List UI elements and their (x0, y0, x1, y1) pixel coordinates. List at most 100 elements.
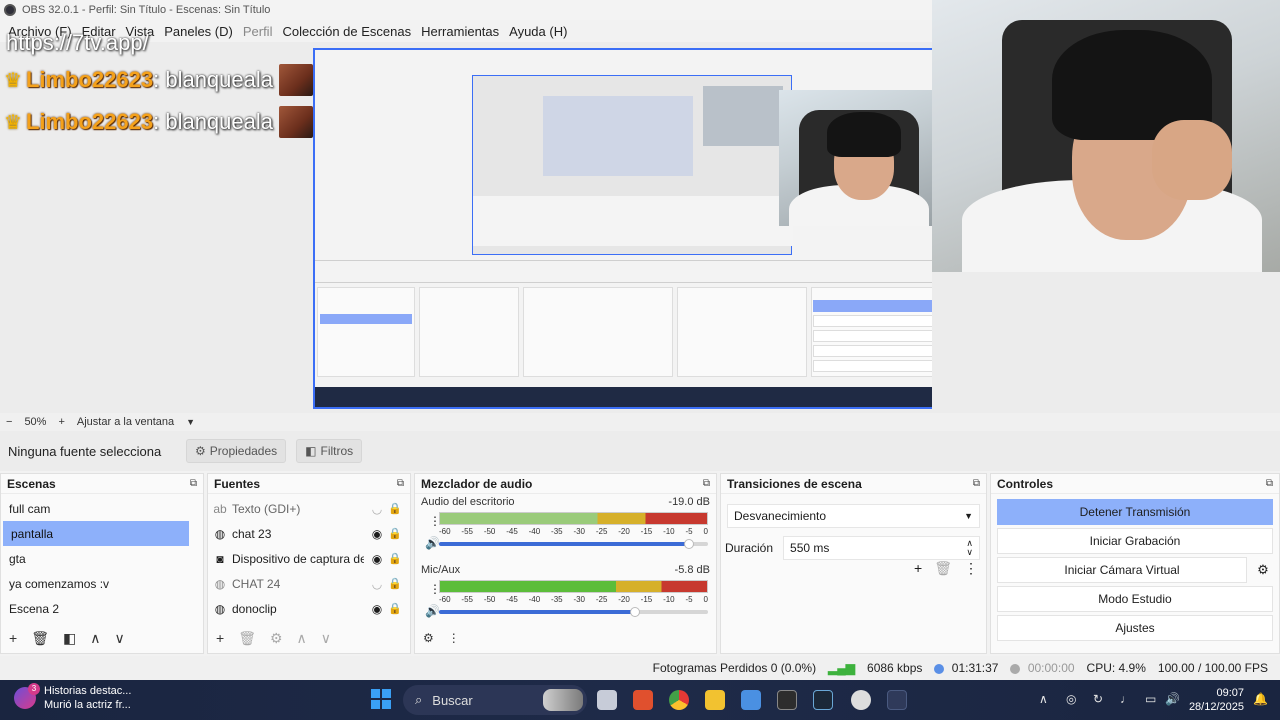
scene-item[interactable]: full cam (1, 496, 203, 521)
menu-ayuda[interactable]: Ayuda (H) (505, 24, 571, 39)
lock-icon[interactable]: 🔒 (386, 602, 404, 615)
eye-icon[interactable]: ◉ (368, 527, 386, 541)
source-item[interactable]: ◍ CHAT 24 ◡ 🔒 (208, 571, 410, 596)
taskbar-search[interactable]: ⌕ Buscar (403, 685, 587, 715)
notification-bell-icon[interactable]: 🔔 (1253, 692, 1268, 706)
zoom-bar: − 50% + Ajustar a la ventana ▼ (0, 413, 1280, 431)
source-item[interactable]: ◍ donoclip ◉ 🔒 (208, 596, 410, 621)
scene-item[interactable]: Escena 2 (1, 596, 203, 621)
volume-meter (439, 580, 708, 593)
globe-icon: ◍ (214, 576, 226, 591)
more-options-icon[interactable]: ⋮ (964, 560, 978, 577)
chat-message: : blanqueala (153, 67, 273, 92)
lock-icon[interactable]: 🔒 (386, 527, 404, 540)
volume-fader[interactable] (439, 539, 708, 549)
eye-hidden-icon[interactable]: ◡ (368, 502, 386, 516)
arrow-down-icon[interactable]: ∨ (114, 630, 124, 647)
zoom-out-button[interactable]: − (6, 416, 12, 428)
eye-hidden-icon[interactable]: ◡ (368, 577, 386, 591)
scene-item[interactable]: ya comenzamos :v (1, 571, 203, 596)
windows-start-icon[interactable] (371, 689, 391, 709)
trash-icon[interactable]: 🗑 (31, 630, 49, 647)
undock-icon[interactable]: ⧉ (1266, 478, 1273, 489)
trash-icon[interactable]: 🗑 (934, 560, 952, 577)
bitrate: 6086 kbps (867, 661, 923, 675)
chat-user: Limbo22623 (25, 67, 154, 92)
task-view-icon[interactable] (597, 690, 617, 710)
file-explorer-icon[interactable] (705, 690, 725, 710)
channel-name: Mic/Aux (421, 564, 461, 576)
mixer-header: Mezclador de audio ⧉ (415, 474, 716, 494)
system-clock[interactable]: 09:07 28/12/2025 (1189, 686, 1244, 714)
transition-select[interactable]: Desvanecimiento ▼ (727, 504, 980, 528)
controls-header: Controles ⧉ (991, 474, 1279, 494)
network-icon[interactable]: ▭ (1145, 692, 1156, 706)
spin-icon[interactable]: ∧ ∨ (966, 539, 973, 557)
filters-button[interactable]: ◧ Filtros (296, 439, 363, 463)
scene-item-selected[interactable]: pantalla (3, 521, 189, 546)
arrow-up-icon[interactable]: ∧ (297, 630, 307, 647)
app-icon[interactable] (887, 690, 907, 710)
sync-icon[interactable]: ↻ (1093, 692, 1103, 706)
eye-icon[interactable]: ◉ (368, 552, 386, 566)
chevron-up-icon[interactable]: ∧ (1039, 692, 1048, 706)
menu-perfil[interactable]: Perfil (239, 24, 277, 39)
add-source-icon[interactable]: + (216, 630, 224, 646)
arrow-down-icon[interactable]: ∨ (321, 630, 331, 647)
chevron-down-icon[interactable]: ▼ (186, 417, 195, 427)
arrow-up-icon[interactable]: ∧ (90, 630, 100, 647)
zoom-fit-select[interactable]: Ajustar a la ventana (77, 416, 174, 428)
obs-icon[interactable] (851, 690, 871, 710)
preview-canvas[interactable]: https://7tv.app/ ♛ Limbo22623 : blanquea… (0, 30, 954, 413)
studio-mode-button[interactable]: Modo Estudio (997, 586, 1273, 612)
menu-coleccion-escenas[interactable]: Colección de Escenas (278, 24, 415, 39)
store-icon[interactable] (741, 690, 761, 710)
menu-paneles[interactable]: Paneles (D) (160, 24, 237, 39)
lock-icon[interactable]: 🔒 (386, 577, 404, 590)
undock-icon[interactable]: ⧉ (397, 478, 404, 489)
advanced-audio-icon[interactable]: ⚙ (423, 631, 434, 645)
add-scene-icon[interactable]: + (9, 630, 17, 646)
speaker-icon[interactable]: 🔊 (425, 536, 440, 550)
lock-icon[interactable]: 🔒 (386, 502, 404, 515)
undock-icon[interactable]: ⧉ (703, 478, 710, 489)
scene-item[interactable]: gta (1, 546, 203, 571)
mixer-title: Mezclador de audio (421, 476, 533, 491)
duration-input[interactable]: 550 ms ∧ ∨ (783, 536, 980, 560)
undock-icon[interactable]: ⧉ (190, 478, 197, 489)
properties-button[interactable]: ⚙ Propiedades (186, 439, 287, 463)
channel-db: -5.8 dB (674, 564, 710, 576)
chrome-icon[interactable] (669, 690, 689, 710)
source-item[interactable]: ◍ chat 23 ◉ 🔒 (208, 521, 410, 546)
discord-icon[interactable]: ◎ (1066, 692, 1076, 706)
globe-icon: ◍ (214, 601, 226, 616)
undock-icon[interactable]: ⧉ (973, 478, 980, 489)
source-item[interactable]: ◙ Dispositivo de captura de vídeo ◉ 🔒 (208, 546, 410, 571)
record-status: 00:00:00 (1010, 661, 1075, 675)
start-recording-button[interactable]: Iniciar Grabación (997, 528, 1273, 554)
news-widget[interactable]: 3 Historias destac... Murió la actriz fr… (14, 683, 131, 712)
brave-icon[interactable] (633, 690, 653, 710)
trash-icon[interactable]: 🗑 (238, 630, 256, 647)
eye-icon[interactable]: ◉ (368, 602, 386, 616)
stop-streaming-button[interactable]: Detener Transmisión (997, 499, 1273, 525)
filter-icon[interactable]: ◧ (63, 630, 76, 647)
channel-name: Audio del escritorio (421, 496, 515, 508)
volume-icon[interactable]: 🔊 (1165, 692, 1180, 706)
settings-button[interactable]: Ajustes (997, 615, 1273, 641)
steam-icon[interactable] (813, 690, 833, 710)
more-options-icon[interactable]: ⋮ (448, 631, 460, 645)
source-item[interactable]: ab Texto (GDI+) ◡ 🔒 (208, 496, 410, 521)
lock-icon[interactable]: 🔒 (386, 552, 404, 565)
add-transition-icon[interactable]: + (914, 560, 922, 577)
transitions-title: Transiciones de escena (727, 476, 862, 491)
start-virtual-camera-button[interactable]: Iniciar Cámara Virtual (997, 557, 1247, 583)
gear-icon[interactable]: ⚙ (1253, 562, 1273, 578)
gear-icon[interactable]: ⚙ (270, 630, 283, 647)
zoom-in-button[interactable]: + (58, 416, 64, 428)
speaker-icon[interactable]: 🔊 (425, 604, 440, 618)
microphone-icon[interactable]: ♩ (1120, 692, 1132, 706)
menu-herramientas[interactable]: Herramientas (417, 24, 503, 39)
volume-fader[interactable] (439, 607, 708, 617)
epic-games-icon[interactable] (777, 690, 797, 710)
